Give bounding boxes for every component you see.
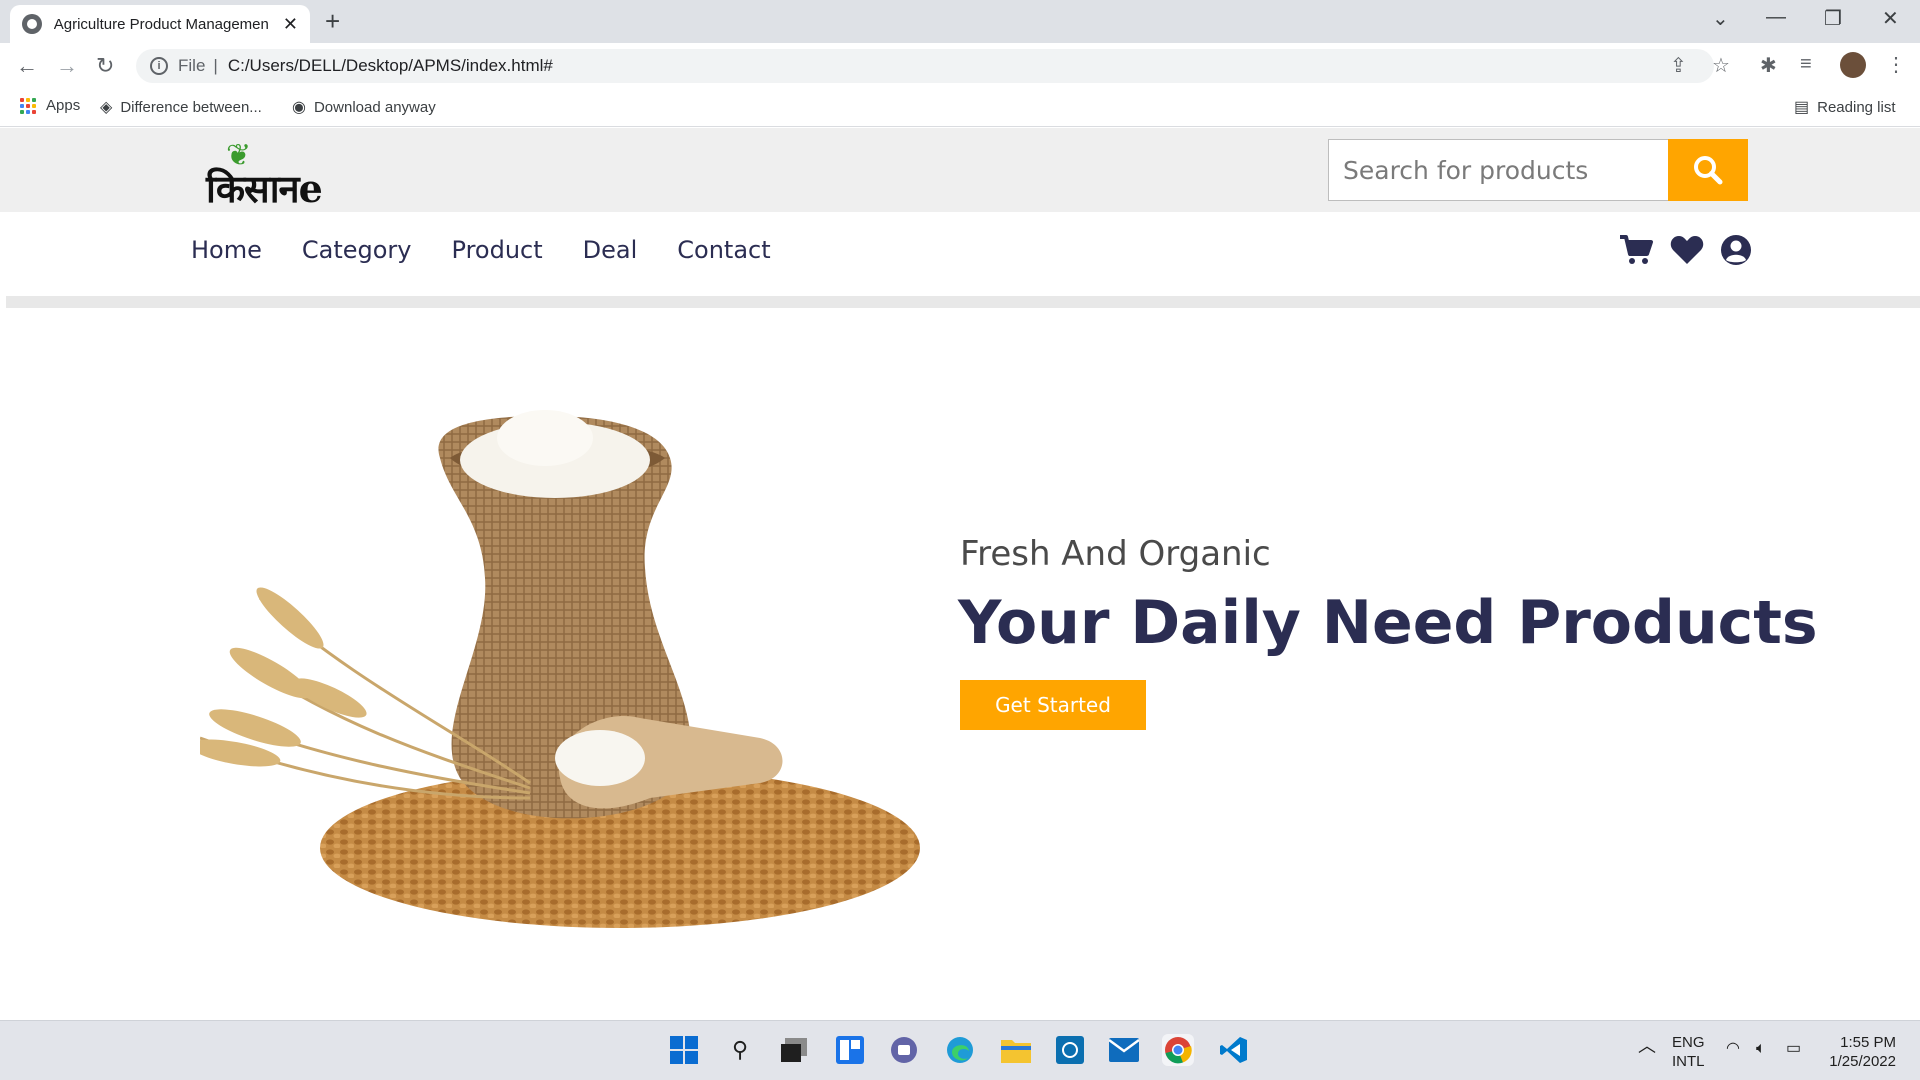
search-input[interactable] — [1328, 139, 1668, 201]
file-explorer-icon[interactable] — [1000, 1034, 1032, 1066]
logo-text: किसानe — [206, 166, 323, 211]
address-bar-row: ← → ↻ i File | C:/Users/DELL/Desktop/APM… — [0, 43, 1920, 87]
volume-icon[interactable]: 🔈︎ — [1756, 1039, 1766, 1058]
bookmarks-bar: Apps ◈ Difference between... ◉ Download … — [0, 87, 1920, 127]
language-code: ENG — [1672, 1034, 1705, 1051]
reading-list-label: Reading list — [1817, 98, 1896, 116]
bookmark-difference[interactable]: ◈ Difference between... — [100, 97, 262, 117]
globe-icon: ◉ — [292, 99, 306, 116]
heart-icon[interactable] — [1670, 235, 1704, 265]
bookmark-label: Download anyway — [313, 98, 436, 116]
diamond-icon: ◈ — [100, 99, 113, 116]
wifi-icon[interactable]: ◠ — [1726, 1039, 1740, 1058]
nav-category[interactable]: Category — [302, 236, 412, 264]
url-text: C:/Users/DELL/Desktop/APMS/index.html# — [227, 56, 553, 75]
bookmark-apps[interactable]: Apps — [20, 97, 80, 114]
menu-icon[interactable]: ⋮ — [1886, 52, 1906, 77]
extensions-icon[interactable]: ✱ — [1760, 53, 1777, 78]
globe-icon — [22, 14, 42, 34]
nav-icons — [1618, 234, 1752, 266]
site-logo[interactable]: ❦ किसानe — [206, 138, 366, 211]
nav-home[interactable]: Home — [191, 236, 262, 264]
teams-chat-icon[interactable] — [888, 1034, 920, 1066]
vscode-icon[interactable] — [1218, 1034, 1250, 1066]
widgets-icon[interactable] — [834, 1034, 866, 1066]
search-taskbar-icon[interactable]: ⚲ — [724, 1034, 756, 1066]
site-header: ❦ किसानe — [0, 128, 1920, 212]
minimize-icon[interactable]: — — [1766, 6, 1786, 29]
apps-grid-icon — [20, 97, 36, 114]
tab-search-icon[interactable]: ⌄ — [1712, 6, 1729, 31]
clock-time: 1:55 PM — [1840, 1034, 1896, 1051]
hero-title: Your Daily Need Products — [958, 588, 1818, 658]
header-divider — [6, 296, 1920, 308]
reading-list-icon: ▤ — [1794, 99, 1810, 116]
battery-icon[interactable]: ▭ — [1786, 1039, 1801, 1058]
tab-title: Agriculture Product Managemen — [53, 15, 269, 33]
browser-tab-strip: Agriculture Product Managemen ✕ + ⌄ — ❐ … — [0, 0, 1920, 43]
url-field[interactable]: i File | C:/Users/DELL/Desktop/APMS/inde… — [136, 49, 1714, 83]
get-started-button[interactable]: Get Started — [960, 680, 1146, 730]
new-tab-button[interactable]: + — [325, 6, 340, 37]
bookmark-label: Difference between... — [120, 98, 262, 116]
user-account-icon[interactable] — [1720, 234, 1752, 266]
tray-overflow-icon[interactable]: ︿ — [1638, 1037, 1656, 1056]
flour-sack-wheat-image — [200, 410, 920, 928]
search-button[interactable] — [1668, 139, 1748, 201]
search-bar — [1328, 139, 1748, 201]
share-icon[interactable]: ⇪ — [1670, 53, 1687, 78]
dell-app-icon[interactable] — [1054, 1034, 1086, 1066]
media-control-icon[interactable]: ≡ — [1800, 53, 1812, 76]
browser-tab[interactable]: Agriculture Product Managemen ✕ — [10, 5, 310, 43]
clock-date: 1/25/2022 — [1829, 1053, 1896, 1070]
url-separator: | — [213, 56, 218, 75]
reading-list-button[interactable]: ▤ Reading list — [1794, 97, 1896, 117]
bookmark-download[interactable]: ◉ Download anyway — [292, 97, 436, 117]
nav-deal[interactable]: Deal — [583, 236, 638, 264]
back-icon[interactable]: ← — [16, 53, 38, 79]
task-view-icon[interactable] — [778, 1034, 810, 1066]
site-info-icon[interactable]: i — [150, 57, 168, 75]
nav-product[interactable]: Product — [452, 236, 543, 264]
forward-icon[interactable]: → — [56, 53, 78, 79]
cart-icon[interactable] — [1618, 234, 1654, 266]
chrome-icon[interactable] — [1162, 1034, 1194, 1066]
hero-subtitle: Fresh And Organic — [960, 534, 1271, 574]
nav-menu: Home Category Product Deal Contact — [191, 236, 771, 264]
hero-section: Fresh And Organic Your Daily Need Produc… — [0, 308, 1920, 1020]
windows-taskbar: ⚲ ︿ ENG INTL ◠ 🔈︎ ▭ 1:55 PM 1/25/2022 — [0, 1020, 1920, 1080]
edge-icon[interactable] — [944, 1034, 976, 1066]
reload-icon[interactable]: ↻ — [96, 53, 114, 79]
search-icon — [1694, 156, 1723, 185]
clock[interactable]: 1:55 PM 1/25/2022 — [1820, 1033, 1896, 1071]
restore-icon[interactable]: ❐ — [1824, 6, 1842, 31]
url-scheme: File — [178, 56, 206, 75]
bookmark-star-icon[interactable]: ☆ — [1712, 53, 1730, 78]
profile-avatar[interactable] — [1840, 52, 1866, 78]
keyboard-layout: INTL — [1672, 1053, 1705, 1070]
start-icon[interactable] — [668, 1034, 700, 1066]
window-close-icon[interactable]: ✕ — [1882, 6, 1899, 31]
bookmark-label: Apps — [46, 97, 81, 114]
tab-close-icon[interactable]: ✕ — [283, 14, 298, 35]
nav-contact[interactable]: Contact — [677, 236, 770, 264]
mail-icon[interactable] — [1108, 1034, 1140, 1066]
language-indicator[interactable]: ENG INTL — [1672, 1033, 1705, 1071]
main-navigation: Home Category Product Deal Contact — [0, 212, 1920, 296]
